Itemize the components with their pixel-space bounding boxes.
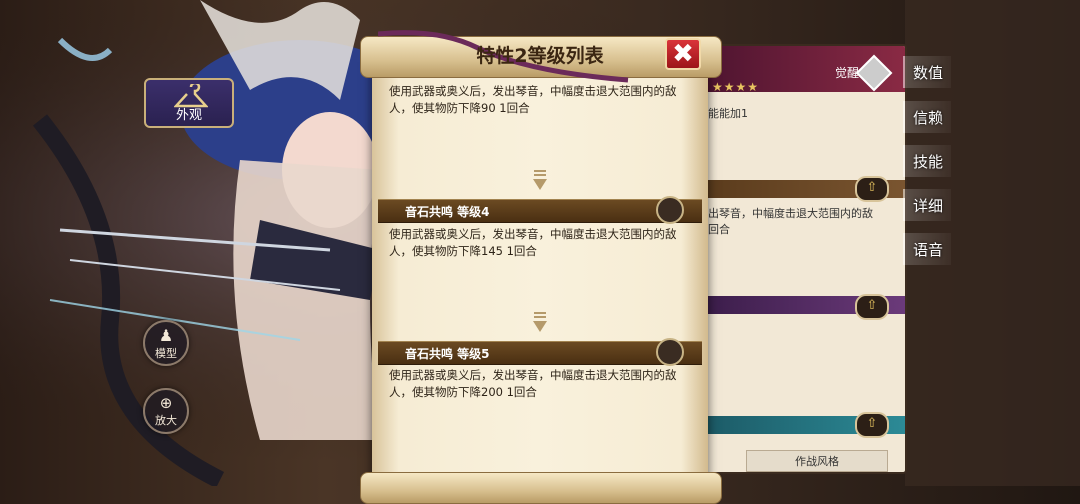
character-info-panel: 觉醒 ★★★★ 能能加1 出琴音，中幅度击退大范围内的敌 回合 作战风格 xyxy=(700,44,907,474)
tab-details[interactable]: 详细 xyxy=(903,189,951,221)
panel-header: 觉醒 ★★★★ xyxy=(702,46,905,94)
panel-text-1: 能能加1 xyxy=(708,107,748,120)
model-icon: ♟ xyxy=(158,325,174,345)
close-icon: ✖ xyxy=(672,39,694,69)
battle-style-button[interactable]: 作战风格 xyxy=(746,450,888,472)
level-description: 使用武器或奥义后，发出琴音，中幅度击退大范围内的敌人，使其物防下降145 1回合 xyxy=(389,227,677,258)
arrow-down-icon xyxy=(533,170,547,190)
magnifier-icon: ⊕ xyxy=(159,394,173,412)
trait-level-popup xyxy=(372,62,708,486)
star-rating: ★★★★ xyxy=(712,80,760,94)
level-description: 使用武器或奥义后，发出琴音，中幅度击退大范围内的敌人，使其物防下降200 1回合 xyxy=(389,368,677,399)
level-header-4: 音石共鸣 等级4 xyxy=(378,196,702,224)
awaken-icon[interactable] xyxy=(855,54,893,92)
close-button[interactable]: ✖ xyxy=(665,38,701,70)
trait-emblem-icon xyxy=(656,196,684,224)
tab-stats[interactable]: 数值 xyxy=(903,56,951,88)
level-description: 使用武器或奥义后，发出琴音，中幅度击退大范围内的敌人，使其物防下降90 1回合 xyxy=(389,84,677,115)
model-button[interactable]: ♟ 模型 xyxy=(143,320,189,366)
level-header-5: 音石共鸣 等级5 xyxy=(378,338,702,366)
zoom-button[interactable]: ⊕ 放大 xyxy=(143,388,189,434)
outfit-button[interactable]: 外观 xyxy=(144,78,234,128)
level-label: 音石共鸣 等级4 xyxy=(405,205,490,219)
upgrade-icon[interactable]: ⇧ xyxy=(855,176,889,202)
tab-trust[interactable]: 信赖 xyxy=(903,101,951,133)
tab-skills[interactable]: 技能 xyxy=(903,145,951,177)
panel-text-2a: 出琴音，中幅度击退大范围内的敌 xyxy=(708,207,873,220)
scroll-bottom-roll xyxy=(360,472,722,504)
trait-emblem-icon xyxy=(656,338,684,366)
panel-text-2b: 回合 xyxy=(708,223,730,236)
upgrade-icon[interactable]: ⇧ xyxy=(855,412,889,438)
hanger-icon xyxy=(174,84,208,108)
model-label: 模型 xyxy=(155,346,177,360)
arrow-down-icon xyxy=(533,312,547,332)
popup-title: 特性2等级列表 xyxy=(476,45,604,67)
upgrade-icon[interactable]: ⇧ xyxy=(855,294,889,320)
zoom-label: 放大 xyxy=(155,414,177,427)
tab-voice[interactable]: 语音 xyxy=(903,233,951,265)
level-label: 音石共鸣 等级5 xyxy=(405,347,490,361)
